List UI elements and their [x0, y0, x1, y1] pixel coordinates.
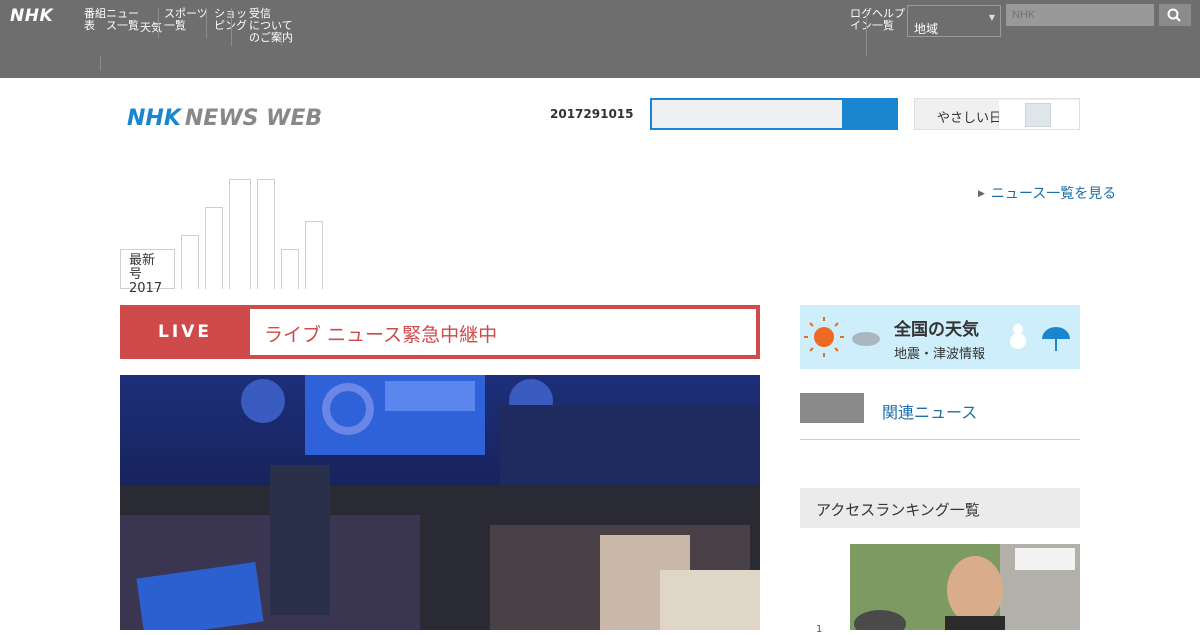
easy-japanese-toggle[interactable]: やさしい日本 [914, 98, 1080, 130]
nav-divider [206, 8, 207, 38]
news-search-button[interactable] [842, 100, 896, 128]
date-tab[interactable] [281, 249, 299, 289]
date-tab-year: 2017 [129, 281, 163, 296]
nav-item-sports[interactable]: スポーツ 一覧 [164, 8, 208, 32]
live-badge: LIVE [158, 322, 212, 342]
global-search-input[interactable] [1006, 4, 1154, 26]
weather-banner[interactable]: 全国の天気 地震・津波情報 [800, 305, 1080, 369]
news-list-link-label: ニュース一覧を見る [990, 186, 1117, 202]
nhk-news-web-logo[interactable]: NHK NEWS WEB [127, 106, 322, 136]
date-tab[interactable] [205, 207, 223, 289]
nav-item-program[interactable]: 番組 表 [84, 8, 106, 32]
nav-item-news[interactable]: ニュー ス一覧 [106, 8, 139, 32]
news-photo [120, 375, 760, 630]
nav-item-login[interactable]: ログ イン [850, 8, 872, 32]
ranking-title: アクセスランキング一覧 [816, 501, 980, 519]
date-tab-label: 最新号 [129, 253, 156, 282]
nav-divider [231, 8, 232, 46]
ranking-header: アクセスランキング一覧 [800, 488, 1080, 528]
date-tab[interactable] [181, 235, 199, 289]
ranking-photo [850, 544, 1080, 630]
region-select-value: 地域 [914, 22, 939, 36]
main-news-video[interactable] [120, 375, 760, 630]
news-search-box [650, 98, 898, 130]
date-tab-latest[interactable]: 最新号 2017 [120, 249, 175, 296]
live-title: ライブ ニュース緊急中継中 [264, 324, 498, 346]
nav-divider [866, 8, 867, 56]
date-tab[interactable] [257, 179, 275, 289]
news-list-link[interactable]: ▶ ニュース一覧を見る [978, 183, 1116, 203]
search-icon [1167, 8, 1181, 22]
header-date: 2017291015 [550, 107, 634, 121]
nav-item-help[interactable]: ヘルプ 一覧 [872, 8, 905, 32]
global-search-button[interactable] [1159, 4, 1191, 26]
global-topbar: NHK 番組 表 ニュー ス一覧 天気 スポーツ 一覧 ショッ ピング 受信 に… [0, 0, 1200, 78]
nav-divider [158, 8, 159, 38]
toggle-knob[interactable] [1025, 103, 1051, 127]
date-tab[interactable] [229, 179, 251, 289]
news-search-input[interactable] [652, 100, 842, 128]
chevron-down-icon: ▼ [988, 13, 995, 22]
live-banner[interactable]: LIVE ライブ ニュース緊急中継中 [120, 305, 760, 359]
nhk-logo[interactable]: NHK [10, 6, 53, 26]
ranking-news-thumbnail[interactable] [850, 544, 1080, 630]
nav-item-reception[interactable]: 受信 について のご案内 [249, 8, 293, 44]
nav-divider [100, 56, 101, 70]
live-title-box: ライブ ニュース緊急中継中 [250, 309, 756, 355]
triangle-right-icon: ▶ [978, 189, 985, 199]
nav-divider [281, 32, 282, 46]
weather-title: 全国の天気 [894, 320, 979, 340]
toggle-switch[interactable] [999, 100, 1079, 129]
related-news-label: 関連ニュース [882, 403, 978, 422]
weather-subtitle: 地震・津波情報 [894, 347, 986, 362]
related-news-link[interactable]: 関連ニュース [800, 393, 1080, 440]
logo-newsweb-text: NEWS WEB [184, 106, 323, 131]
region-select[interactable]: 地域 ▼ [907, 5, 1001, 37]
logo-nhk-text: NHK [127, 106, 181, 131]
date-tab[interactable] [305, 221, 323, 289]
related-news-thumbnail [800, 393, 864, 423]
